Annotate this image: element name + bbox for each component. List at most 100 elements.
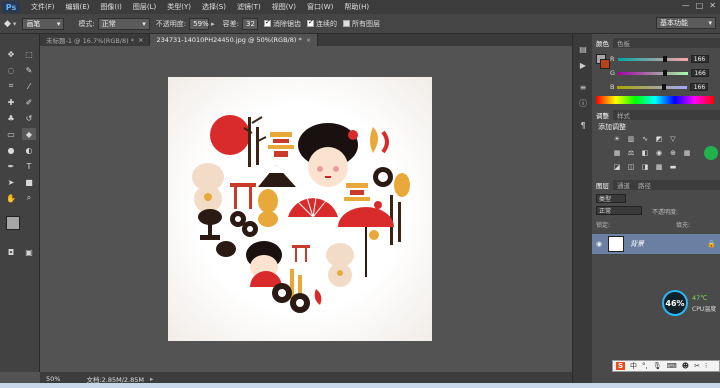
tab-channels[interactable]: 通道 [613, 180, 634, 190]
channel-mixer-icon[interactable]: ⊕ [668, 148, 678, 157]
close-button[interactable]: ✕ [709, 1, 716, 10]
vibrance-icon[interactable]: ▽ [668, 134, 678, 143]
status-menu-arrow-icon[interactable]: ▸ [150, 375, 153, 383]
blur-tool-icon[interactable]: ● [4, 144, 18, 156]
layer-filter-select[interactable]: 类型 [596, 194, 626, 203]
panel-background-swatch[interactable] [600, 59, 610, 69]
menu-help[interactable]: 帮助(H) [344, 2, 369, 12]
menu-type[interactable]: 类型(Y) [167, 2, 191, 12]
tab-color[interactable]: 颜色 [592, 38, 613, 48]
red-slider[interactable] [617, 55, 688, 62]
path-select-tool-icon[interactable]: ➤ [4, 176, 18, 188]
hand-tool-icon[interactable]: ✋ [4, 192, 18, 204]
tab-layers[interactable]: 图层 [592, 180, 613, 190]
info-panel-icon[interactable]: ⓘ [577, 98, 589, 108]
keyboard-icon[interactable]: ⌨ [667, 362, 677, 370]
shape-tool-icon[interactable]: ■ [22, 176, 36, 188]
grid-menu-icon[interactable]: ⁝ [705, 362, 707, 370]
minimize-button[interactable]: — [682, 1, 690, 10]
menu-select[interactable]: 选择(S) [202, 2, 226, 12]
properties-panel-icon[interactable]: ≡ [577, 82, 589, 92]
menu-filter[interactable]: 滤镜(T) [237, 2, 261, 12]
slider-thumb[interactable] [662, 55, 667, 62]
levels-icon[interactable]: ▥ [626, 134, 636, 143]
screen-mode-icon[interactable]: ▣ [22, 246, 36, 258]
chevron-right-icon[interactable]: ▸ [211, 20, 215, 28]
menu-edit[interactable]: 编辑(E) [66, 2, 90, 12]
curves-icon[interactable]: ∿ [640, 134, 650, 143]
brush-tool-icon[interactable]: ✐ [22, 96, 36, 108]
fill-source-select[interactable]: 画笔 ▾ [22, 17, 65, 30]
mode-select[interactable]: 正常 ▾ [97, 17, 150, 30]
eraser-tool-icon[interactable]: ▭ [4, 128, 18, 140]
history-panel-icon[interactable]: ▤ [577, 44, 589, 54]
green-value-input[interactable]: 166 [691, 69, 710, 77]
menu-image[interactable]: 图像(I) [100, 2, 122, 12]
foreground-color-swatch[interactable] [6, 216, 20, 230]
tab-styles[interactable]: 样式 [613, 110, 634, 120]
all-layers-checkbox[interactable] [343, 20, 351, 27]
contiguous-checkbox[interactable] [307, 18, 315, 27]
paragraph-panel-icon[interactable]: ¶ [577, 120, 589, 130]
dodge-tool-icon[interactable]: ◐ [22, 144, 36, 156]
workspace-select[interactable]: 基本功能 ▾ [656, 17, 716, 29]
exposure-icon[interactable]: ◩ [654, 134, 664, 143]
photo-filter-icon[interactable]: ◉ [654, 148, 664, 157]
healing-tool-icon[interactable]: ✚ [4, 96, 18, 108]
blue-slider[interactable] [617, 83, 688, 90]
skin-icon[interactable]: ✂ [694, 362, 700, 370]
posterize-icon[interactable]: ◫ [626, 162, 636, 171]
gradient-map-icon[interactable]: ▬ [668, 162, 678, 171]
quick-select-tool-icon[interactable]: ✎ [22, 64, 36, 76]
hue-saturation-icon[interactable]: ▦ [612, 148, 622, 157]
red-value-input[interactable]: 166 [690, 55, 709, 63]
menu-window[interactable]: 窗口(W) [307, 2, 333, 12]
tab-swatches[interactable]: 色板 [613, 38, 634, 48]
quick-mask-icon[interactable]: ◘ [4, 246, 18, 258]
menu-layer[interactable]: 图层(L) [133, 2, 156, 12]
blue-value-input[interactable]: 166 [690, 83, 709, 91]
marquee-tool-icon[interactable]: ⬚ [22, 48, 36, 60]
selective-color-icon[interactable]: ▩ [654, 162, 664, 171]
antialias-checkbox[interactable] [264, 18, 272, 27]
close-tab-icon[interactable]: × [306, 36, 311, 44]
blend-mode-select[interactable]: 正常 [596, 206, 642, 215]
type-tool-icon[interactable]: T [22, 160, 36, 172]
tab-active-image[interactable]: 234731-14010PH24450.jpg @ 50%(RGB/8) * × [150, 34, 319, 46]
layer-name[interactable]: 背景 [630, 239, 644, 249]
lasso-tool-icon[interactable]: ◌ [4, 64, 18, 76]
green-slider[interactable] [618, 69, 689, 76]
user-icon[interactable]: ☻ [682, 362, 689, 370]
ime-punctuation-icon[interactable]: °, [642, 362, 648, 370]
opacity-input[interactable]: 59% [189, 17, 210, 30]
stamp-tool-icon[interactable]: ♣ [4, 112, 18, 124]
layer-row-background[interactable]: ◉ 背景 🔒 [592, 234, 720, 254]
cpu-temperature-widget[interactable]: 46% 47℃ CPU温度 [662, 290, 718, 318]
close-tab-icon[interactable]: × [138, 36, 143, 44]
tab-untitled-1[interactable]: 未标题-1 @ 16.7%(RGB/8) * × [40, 34, 151, 46]
paint-bucket-tool-icon[interactable]: ◆ [22, 128, 36, 140]
color-lookup-icon[interactable]: ▦ [682, 148, 692, 157]
document-canvas[interactable] [168, 77, 432, 341]
tolerance-input[interactable]: 32 [242, 17, 259, 30]
color-spectrum-ramp[interactable] [596, 96, 714, 104]
slider-thumb[interactable] [663, 69, 668, 76]
sogou-logo-icon[interactable]: S [616, 362, 626, 370]
invert-icon[interactable]: ◪ [612, 162, 622, 171]
zoom-tool-icon[interactable]: ⌕ [22, 192, 36, 204]
tab-adjustments[interactable]: 调整 [592, 110, 613, 120]
bucket-tool-icon[interactable]: ◆ [4, 19, 11, 29]
threshold-icon[interactable]: ◨ [640, 162, 650, 171]
menu-file[interactable]: 文件(F) [31, 2, 55, 12]
zoom-level[interactable]: 50% [46, 375, 60, 383]
crop-tool-icon[interactable]: ⌗ [4, 80, 18, 92]
ime-language-toggle[interactable]: 中 [630, 361, 637, 371]
actions-panel-icon[interactable]: ▶ [577, 60, 589, 70]
brightness-contrast-icon[interactable]: ☀ [612, 134, 622, 143]
microphone-icon[interactable]: 🎙 [653, 362, 662, 370]
black-white-icon[interactable]: ◧ [640, 148, 650, 157]
pen-tool-icon[interactable]: ✒ [4, 160, 18, 172]
history-brush-tool-icon[interactable]: ↺ [22, 112, 36, 124]
tool-preset-arrow-icon[interactable]: ▾ [13, 20, 17, 28]
maximize-button[interactable]: □ [696, 1, 704, 10]
